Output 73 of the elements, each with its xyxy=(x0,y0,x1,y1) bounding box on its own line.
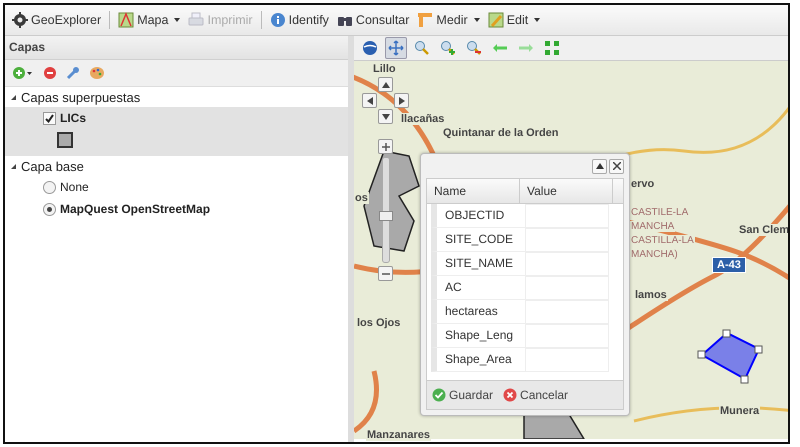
toolbar-button[interactable]: Edit xyxy=(484,10,544,30)
map-label: lamos xyxy=(634,289,668,301)
map-label: MANCHA) xyxy=(630,249,679,260)
pan-up-icon[interactable] xyxy=(378,77,393,92)
pan-icon[interactable] xyxy=(385,37,407,59)
pan-left-icon[interactable] xyxy=(362,93,377,108)
collapse-button[interactable] xyxy=(592,158,607,174)
map-edit-icon xyxy=(488,12,504,28)
table-cell: SITE_NAME xyxy=(431,252,525,276)
map-label: los Ojos xyxy=(356,317,402,329)
layer-row[interactable]: MapQuest OpenStreetMap xyxy=(5,198,348,220)
caret-icon xyxy=(174,18,180,22)
map-label: CASTILLA-LA xyxy=(630,235,695,246)
zoom-in-icon[interactable] xyxy=(378,139,393,154)
remove-icon[interactable] xyxy=(43,66,57,80)
close-button[interactable] xyxy=(609,158,624,174)
table-cell: OBJECTID xyxy=(431,204,525,228)
palette-icon[interactable] xyxy=(89,66,105,80)
expand-icon[interactable] xyxy=(11,94,16,100)
table-cell: Shape_Area xyxy=(431,348,525,372)
zoom-out-icon[interactable] xyxy=(378,266,393,281)
panel-title: Capas xyxy=(5,36,348,60)
toolbar-button[interactable]: Consultar xyxy=(334,10,412,30)
table-cell: Shape_Leng xyxy=(431,324,525,348)
info-icon xyxy=(270,12,286,28)
value-field[interactable] xyxy=(525,204,609,228)
pan-right-icon[interactable] xyxy=(394,93,409,108)
layer-row[interactable]: LICs xyxy=(5,107,348,156)
map-label: Manzanares xyxy=(366,429,431,441)
toolbar-button[interactable]: Mapa xyxy=(115,10,184,30)
add-icon[interactable] xyxy=(12,66,34,80)
toolbar-button[interactable]: Medir xyxy=(414,10,483,30)
expand-icon[interactable] xyxy=(11,164,16,168)
map-label: ervo xyxy=(630,178,656,190)
toolbar-button[interactable]: Identify xyxy=(266,10,332,30)
table-cell: AC xyxy=(431,276,525,300)
cancel-icon xyxy=(503,388,518,402)
tree-group-label[interactable]: Capas superpuestas xyxy=(21,90,140,104)
check-icon xyxy=(432,388,446,402)
layer-row[interactable]: None xyxy=(5,176,348,198)
pan-down-icon[interactable] xyxy=(378,109,393,124)
cancel-button[interactable]: Cancelar xyxy=(501,388,570,402)
layer-label: LICs xyxy=(60,111,86,125)
toolbar-button[interactable]: GeoExplorer xyxy=(9,10,104,30)
map-label: MANCHA xyxy=(630,221,676,232)
map-label: Lillo xyxy=(372,63,397,75)
road-number: A-43 xyxy=(712,257,746,273)
caret-icon xyxy=(474,18,480,22)
ruler-icon xyxy=(417,12,434,28)
map-label: os xyxy=(354,192,369,204)
checkbox[interactable] xyxy=(43,112,56,124)
layer-label: None xyxy=(60,180,89,194)
table-cell: hectareas xyxy=(431,300,525,324)
save-button[interactable]: Guardar xyxy=(430,388,496,402)
table-cell: SITE_CODE xyxy=(431,228,525,252)
radio-button[interactable] xyxy=(43,202,56,216)
map-label: San Clem xyxy=(738,224,788,236)
caret-up-icon xyxy=(596,163,604,169)
close-icon xyxy=(612,162,620,170)
layer-label: MapQuest OpenStreetMap xyxy=(60,202,210,216)
map-label: CASTILE-LA xyxy=(630,207,690,218)
printer-icon xyxy=(188,12,204,28)
selected-polygon[interactable] xyxy=(697,329,765,385)
map-label: llacañas xyxy=(400,113,446,125)
column-header[interactable]: Value xyxy=(520,179,613,203)
column-header[interactable]: Name xyxy=(427,179,520,203)
radio-button[interactable] xyxy=(43,180,56,194)
map-label: Quintanar de la Orden xyxy=(442,127,560,139)
map-label: Munera xyxy=(719,405,760,417)
tree-group-label[interactable]: Capa base xyxy=(21,158,84,174)
map-icon xyxy=(118,12,134,28)
caret-icon xyxy=(534,18,540,22)
wrench-icon[interactable] xyxy=(66,66,80,80)
